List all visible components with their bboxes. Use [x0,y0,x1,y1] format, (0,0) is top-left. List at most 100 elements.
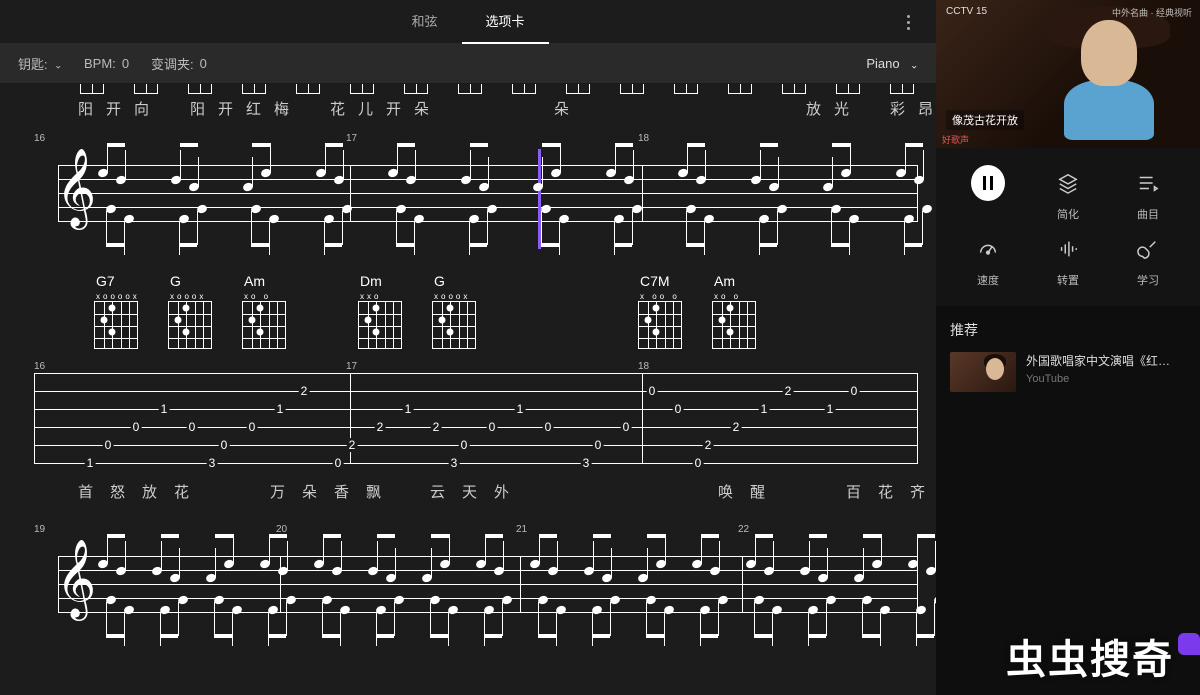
key-label: 钥匙: [18,54,48,73]
music-staff-1: 16 17 18 𝄞 [18,137,918,267]
action-grid: 简化 曲目 速度 转置 学习 [936,148,1200,306]
fret-number: 2 [731,420,742,434]
fret-number: 0 [487,420,498,434]
rec-title-text: 外国歌唱家中文演唱《红… [1026,352,1186,369]
fret-number: 2 [703,438,714,452]
layers-icon [1051,166,1085,200]
instrument-selector[interactable]: Piano ⌃ [866,56,918,71]
video-preview[interactable]: CCTV 15 中外名曲 · 经典视听 像茂古花开放 好歌声 [936,0,1200,148]
chevron-down-icon: ⌃ [910,58,918,69]
fret-number: 0 [673,402,684,416]
transpose-button[interactable]: 转置 [1028,232,1108,288]
fret-number: 1 [403,402,414,416]
chord-diagram: G7xoooox [94,273,138,349]
bpm-value: 0 [122,56,129,71]
fret-number: 0 [103,438,114,452]
capo-display: 变调夹: 0 [151,54,207,73]
side-panel: CCTV 15 中外名曲 · 经典视听 像茂古花开放 好歌声 简化 曲目 速度 [936,0,1200,695]
chevron-down-icon: ⌃ [54,58,62,69]
fret-number: 2 [299,384,310,398]
simplify-button[interactable]: 简化 [1028,166,1108,222]
chord-diagram: Amxo o [242,273,286,349]
video-corner-logo: 好歌声 [942,133,969,146]
chord-diagram: Gxooox [168,273,212,349]
fret-number: 2 [375,420,386,434]
pause-icon [971,165,1005,201]
fret-number: 0 [693,456,704,470]
video-caption: 像茂古花开放 [946,110,1024,130]
fret-number: 0 [131,420,142,434]
playlist-icon [1131,166,1165,200]
more-menu-icon[interactable] [898,12,918,32]
lyrics-row-1: 阳开向阳开红梅花儿开朵朵放光彩昂 [78,98,918,119]
bpm-display: BPM: 0 [84,56,129,71]
fret-number: 1 [825,402,836,416]
fret-number: 3 [581,456,592,470]
capo-value: 0 [200,56,207,71]
bpm-label: BPM: [84,56,116,71]
watermark-text: 虫虫搜奇 [1006,627,1174,685]
capo-label: 变调夹: [151,54,194,73]
fret-number: 1 [159,402,170,416]
rec-thumbnail [950,352,1016,392]
rec-source: YouTube [1026,373,1186,385]
chord-diagram: Dmxxo [358,273,402,349]
pause-button[interactable] [948,166,1028,222]
bar-number: 21 [516,524,527,535]
instrument-value: Piano [866,56,899,71]
fret-number: 0 [459,438,470,452]
fret-number: 2 [431,420,442,434]
music-staff-2: 19 20 21 22 𝄞 [18,528,918,658]
rec-heading: 推荐 [950,320,1186,340]
fret-number: 2 [347,438,358,452]
chord-diagram: C7Mx oo o [638,273,682,349]
chord-boxes-partial [80,84,918,94]
rec-item[interactable]: 外国歌唱家中文演唱《红… YouTube [950,352,1186,392]
bar-number: 18 [638,361,649,372]
program-tag: 中外名曲 · 经典视听 [1112,6,1192,19]
tab-staff-1: 16 17 18 0010001213221200100300002212301… [18,363,918,473]
fret-number: 0 [219,438,230,452]
fret-number: 0 [333,456,344,470]
fret-number: 0 [187,420,198,434]
fret-number: 0 [849,384,860,398]
bar-number: 16 [34,361,45,372]
key-selector[interactable]: 钥匙: ⌃ [18,54,62,73]
controls-bar: 钥匙: ⌃ BPM: 0 变调夹: 0 Piano ⌃ [0,44,936,84]
fret-number: 0 [543,420,554,434]
score-area[interactable]: 阳开向阳开红梅花儿开朵朵放光彩昂 16 17 18 𝄞 [0,84,936,695]
fret-number: 1 [759,402,770,416]
bar-number: 19 [34,524,45,535]
learn-button[interactable]: 学习 [1108,232,1188,288]
view-tabs: 和弦 选项卡 [0,0,936,44]
watermark-badge [1178,633,1200,655]
fret-number: 0 [647,384,658,398]
bar-number: 16 [34,133,45,144]
lyrics-row-2: 首怒放花万朵香飘云天外唤醒百花齐开放高歌欢庆 [78,481,918,502]
gauge-icon [971,232,1005,266]
fret-number: 3 [449,456,460,470]
tab-chord[interactable]: 和弦 [387,0,461,44]
bar-number: 17 [346,361,357,372]
fret-number: 0 [593,438,604,452]
speed-button[interactable]: 速度 [948,232,1028,288]
fret-number: 0 [621,420,632,434]
fret-number: 1 [515,402,526,416]
fret-number: 0 [247,420,258,434]
chord-diagram: Amxo o [712,273,756,349]
bar-number: 22 [738,524,749,535]
recommendations: 推荐 外国歌唱家中文演唱《红… YouTube [936,306,1200,406]
equalizer-icon [1051,232,1085,266]
tab-tab[interactable]: 选项卡 [462,0,549,44]
fret-number: 1 [85,456,96,470]
fret-number: 2 [783,384,794,398]
chord-diagrams: G7xoooox Gxooox Amxo o Dmxxo Gxooox C7Mx o… [94,273,918,349]
chord-diagram: Gxooox [432,273,476,349]
fret-number: 1 [275,402,286,416]
bar-number: 18 [638,133,649,144]
guitar-icon [1131,232,1165,266]
songs-button[interactable]: 曲目 [1108,166,1188,222]
fret-number: 3 [207,456,218,470]
channel-logo: CCTV 15 [946,6,987,17]
bar-number: 17 [346,133,357,144]
